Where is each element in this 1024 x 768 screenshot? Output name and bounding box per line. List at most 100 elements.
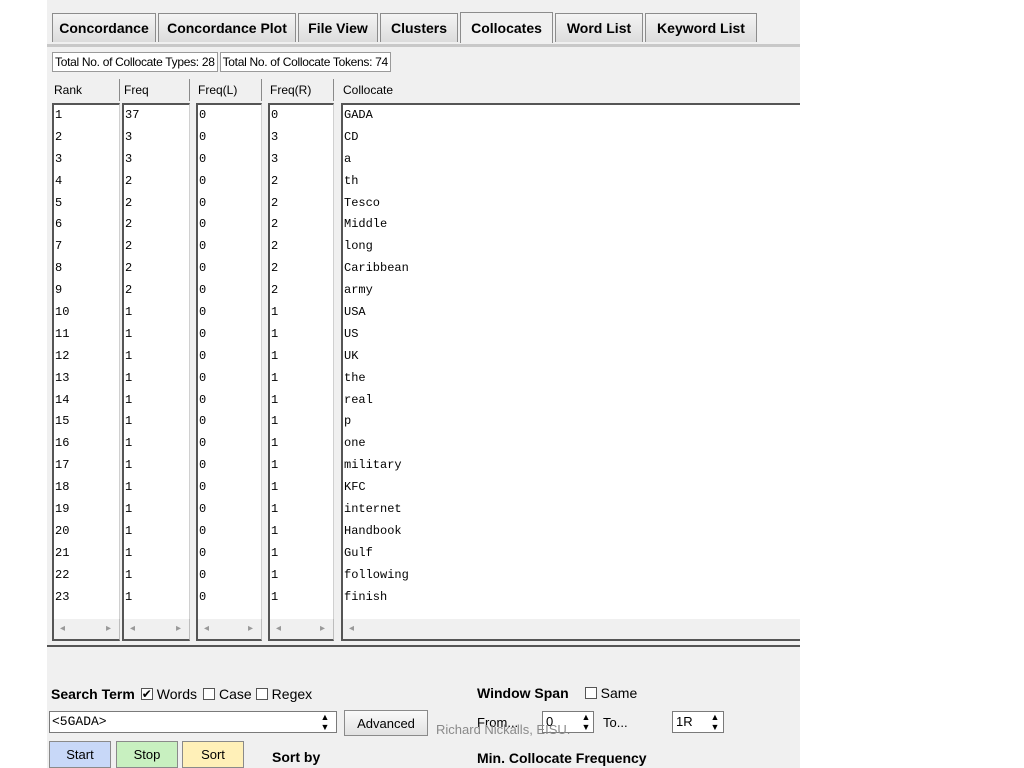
- list-item[interactable]: 0: [198, 390, 261, 412]
- list-item[interactable]: 1: [270, 302, 333, 324]
- advanced-button[interactable]: Advanced: [344, 710, 428, 736]
- list-item[interactable]: 1: [124, 587, 189, 609]
- tab-concordance[interactable]: Concordance: [52, 13, 156, 42]
- list-item[interactable]: 1: [124, 368, 189, 390]
- list-item[interactable]: 2: [270, 214, 333, 236]
- freq-r-list[interactable]: 03322222211111111111111: [268, 103, 334, 619]
- list-item[interactable]: 1: [270, 565, 333, 587]
- case-checkbox[interactable]: [202, 688, 215, 700]
- list-item[interactable]: Middle: [343, 214, 800, 236]
- list-item[interactable]: 1: [54, 105, 119, 127]
- list-item[interactable]: 0: [198, 193, 261, 215]
- list-item[interactable]: 1: [270, 499, 333, 521]
- list-item[interactable]: 1: [270, 390, 333, 412]
- list-item[interactable]: 8: [54, 258, 119, 280]
- list-item[interactable]: 1: [270, 587, 333, 609]
- list-item[interactable]: 4: [54, 171, 119, 193]
- tab-concordance-plot[interactable]: Concordance Plot: [158, 13, 296, 42]
- freq-column-header[interactable]: Freq: [122, 79, 190, 101]
- from-span-spinner[interactable]: ▲ ▼: [579, 712, 593, 732]
- list-item[interactable]: 2: [270, 193, 333, 215]
- list-item[interactable]: 0: [198, 280, 261, 302]
- list-item[interactable]: 3: [54, 149, 119, 171]
- list-item[interactable]: 7: [54, 236, 119, 258]
- list-item[interactable]: 0: [198, 149, 261, 171]
- list-item[interactable]: 0: [198, 477, 261, 499]
- rank-hscrollbar[interactable]: ◂ ▸: [52, 619, 120, 641]
- list-item[interactable]: 1: [270, 455, 333, 477]
- list-item[interactable]: 16: [54, 433, 119, 455]
- list-item[interactable]: Handbook: [343, 521, 800, 543]
- list-item[interactable]: 2: [124, 214, 189, 236]
- list-item[interactable]: 22: [54, 565, 119, 587]
- rank-list[interactable]: 1 2 3 4 5 6 7 8 9 10 11 12 13 14 15 16 17 18 19 20 21 22 23: [52, 103, 120, 619]
- list-item[interactable]: UK: [343, 346, 800, 368]
- list-item[interactable]: 0: [198, 236, 261, 258]
- list-item[interactable]: 5: [54, 193, 119, 215]
- list-item[interactable]: 1: [124, 565, 189, 587]
- list-item[interactable]: 19: [54, 499, 119, 521]
- list-item[interactable]: 23: [54, 587, 119, 609]
- list-item[interactable]: 11: [54, 324, 119, 346]
- list-item[interactable]: 0: [198, 127, 261, 149]
- list-item[interactable]: th: [343, 171, 800, 193]
- list-item[interactable]: p: [343, 411, 800, 433]
- list-item[interactable]: 2: [270, 258, 333, 280]
- list-item[interactable]: 1: [270, 324, 333, 346]
- search-history-spinner[interactable]: ▲ ▼: [318, 712, 332, 732]
- list-item[interactable]: 2: [270, 171, 333, 193]
- list-item[interactable]: 1: [124, 521, 189, 543]
- list-item[interactable]: 0: [198, 346, 261, 368]
- list-item[interactable]: 1: [124, 324, 189, 346]
- list-item[interactable]: 17: [54, 455, 119, 477]
- spinner-down-icon[interactable]: ▼: [318, 722, 332, 732]
- list-item[interactable]: 0: [198, 368, 261, 390]
- list-item[interactable]: 0: [198, 433, 261, 455]
- spinner-up-icon[interactable]: ▲: [708, 712, 722, 722]
- list-item[interactable]: Caribbean: [343, 258, 800, 280]
- list-item[interactable]: 21: [54, 543, 119, 565]
- list-item[interactable]: 0: [198, 324, 261, 346]
- list-item[interactable]: one: [343, 433, 800, 455]
- list-item[interactable]: 1: [124, 477, 189, 499]
- list-item[interactable]: 2: [270, 236, 333, 258]
- list-item[interactable]: CD: [343, 127, 800, 149]
- list-item[interactable]: 0: [198, 214, 261, 236]
- list-item[interactable]: 0: [198, 499, 261, 521]
- list-item[interactable]: 2: [124, 171, 189, 193]
- list-item[interactable]: 0: [198, 302, 261, 324]
- list-item[interactable]: 2: [124, 258, 189, 280]
- freq-list[interactable]: 37 3 3 2 2 2 2 2 2 1 1 1 1 1 1 1 1 1 1 1 1 1 1: [122, 103, 190, 619]
- spinner-up-icon[interactable]: ▲: [318, 712, 332, 722]
- list-item[interactable]: GADA: [343, 105, 800, 127]
- regex-checkbox[interactable]: [255, 688, 268, 700]
- list-item[interactable]: military: [343, 455, 800, 477]
- list-item[interactable]: 0: [198, 587, 261, 609]
- list-item[interactable]: 0: [270, 105, 333, 127]
- list-item[interactable]: 2: [270, 280, 333, 302]
- list-item[interactable]: 1: [124, 543, 189, 565]
- rank-column-header[interactable]: Rank: [52, 79, 120, 101]
- freq-l-list[interactable]: 00000000000000000000000: [196, 103, 262, 619]
- list-item[interactable]: 1: [124, 346, 189, 368]
- list-item[interactable]: finish: [343, 587, 800, 609]
- list-item[interactable]: 3: [124, 149, 189, 171]
- freq-r-column-header[interactable]: Freq(R): [268, 79, 334, 101]
- words-checkbox[interactable]: ✔: [140, 688, 153, 700]
- list-item[interactable]: army: [343, 280, 800, 302]
- list-item[interactable]: 0: [198, 171, 261, 193]
- list-item[interactable]: 13: [54, 368, 119, 390]
- list-item[interactable]: 2: [124, 236, 189, 258]
- list-item[interactable]: 2: [124, 193, 189, 215]
- list-item[interactable]: following: [343, 565, 800, 587]
- list-item[interactable]: 9: [54, 280, 119, 302]
- list-item[interactable]: 1: [124, 455, 189, 477]
- list-item[interactable]: 1: [124, 411, 189, 433]
- list-item[interactable]: US: [343, 324, 800, 346]
- list-item[interactable]: 0: [198, 411, 261, 433]
- tab-clusters[interactable]: Clusters: [380, 13, 458, 42]
- list-item[interactable]: a: [343, 149, 800, 171]
- list-item[interactable]: 1: [270, 521, 333, 543]
- freq-hscrollbar[interactable]: ◂ ▸: [122, 619, 190, 641]
- list-item[interactable]: 6: [54, 214, 119, 236]
